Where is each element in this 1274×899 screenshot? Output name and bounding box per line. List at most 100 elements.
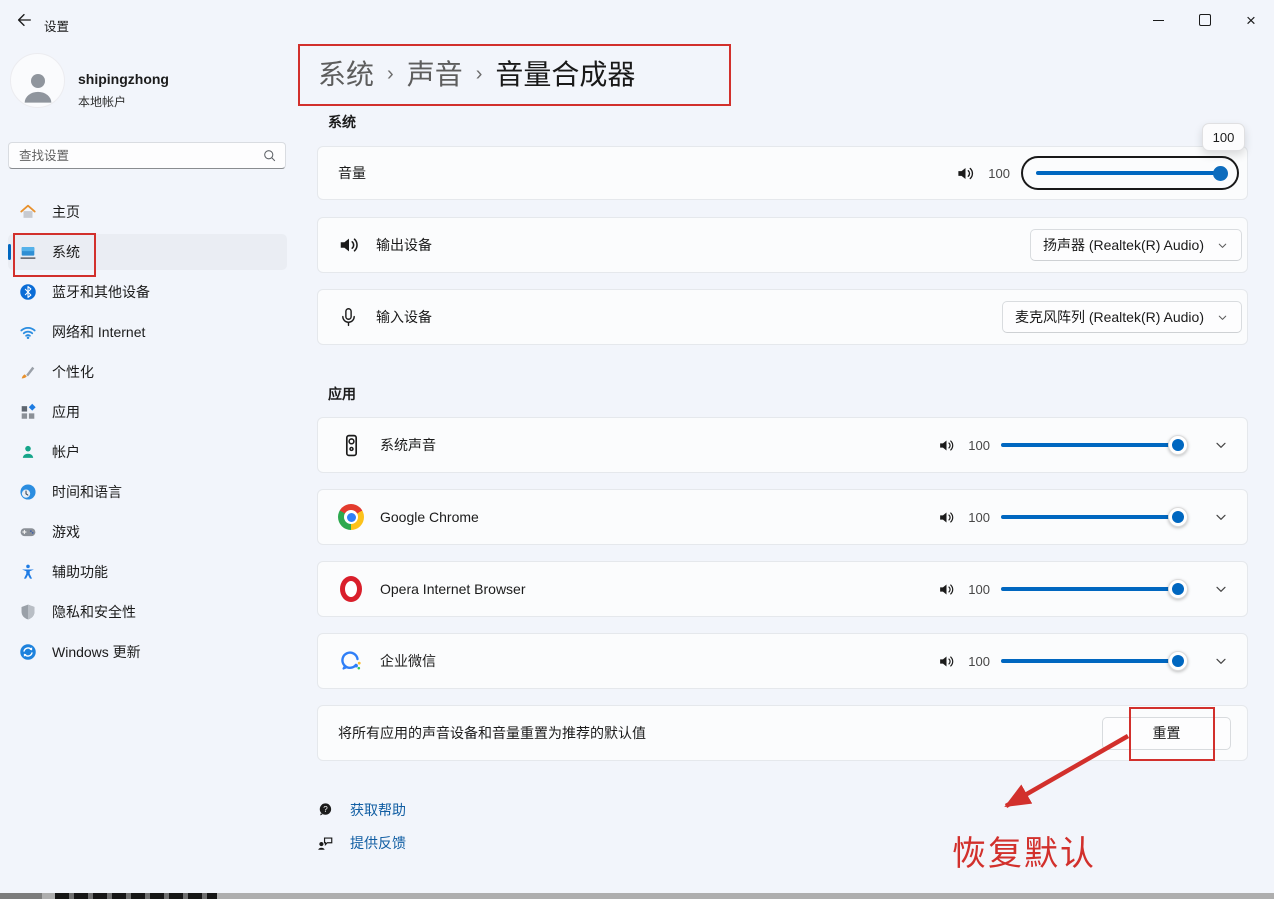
app-volume-value: 100 xyxy=(966,510,990,525)
system-icon xyxy=(19,243,37,261)
profile-name: shipingzhong xyxy=(78,71,169,87)
expand-chevron-icon[interactable] xyxy=(1213,653,1229,669)
sidebar-item-label: 帐户 xyxy=(52,442,80,462)
sidebar-item-accounts[interactable]: 帐户 xyxy=(8,434,287,470)
slider-thumb[interactable] xyxy=(1168,435,1188,455)
settings-search[interactable] xyxy=(8,142,286,169)
apps-icon xyxy=(19,403,37,421)
app-volume-row-wecom: 企业微信 100 xyxy=(317,633,1248,689)
slider-track[interactable] xyxy=(1036,171,1224,175)
output-device-dropdown[interactable]: 扬声器 (Realtek(R) Audio) xyxy=(1030,229,1242,261)
back-arrow-icon xyxy=(15,11,33,29)
reset-button[interactable]: 重置 xyxy=(1102,717,1231,750)
slider-track[interactable] xyxy=(1001,443,1186,447)
expand-chevron-icon[interactable] xyxy=(1213,581,1229,597)
speaker-icon xyxy=(938,437,955,454)
network-icon xyxy=(19,323,37,341)
sidebar-item-apps[interactable]: 应用 xyxy=(8,394,287,430)
close-button[interactable]: × xyxy=(1228,0,1274,40)
app-volume-slider[interactable] xyxy=(1001,579,1186,599)
taskbar-fragment-dark xyxy=(0,893,42,899)
slider-track[interactable] xyxy=(1001,515,1186,519)
sidebar-item-privacy[interactable]: 隐私和安全性 xyxy=(8,594,287,630)
section-header-apps: 应用 xyxy=(328,384,356,404)
give-feedback-link[interactable]: 提供反馈 xyxy=(316,833,406,853)
sidebar-item-home[interactable]: 主页 xyxy=(8,194,287,230)
speaker-icon xyxy=(938,653,955,670)
app-volume-slider[interactable] xyxy=(1001,435,1186,455)
sidebar-item-label: 个性化 xyxy=(52,362,94,382)
sidebar-item-network[interactable]: 网络和 Internet xyxy=(8,314,287,350)
gaming-icon xyxy=(19,523,37,541)
reset-row: 将所有应用的声音设备和音量重置为推荐的默认值 重置 xyxy=(317,705,1248,761)
slider-value-tooltip: 100 xyxy=(1202,123,1245,151)
breadcrumb: 系统 › 声音 › 音量合成器 xyxy=(318,53,635,93)
expand-chevron-icon[interactable] xyxy=(1213,437,1229,453)
sidebar-item-label: 游戏 xyxy=(52,522,80,542)
app-name: Google Chrome xyxy=(380,509,479,525)
output-device-row: 输出设备 扬声器 (Realtek(R) Audio) xyxy=(317,217,1248,273)
minimize-button[interactable] xyxy=(1135,0,1181,40)
close-icon: × xyxy=(1246,12,1256,29)
app-volume-slider[interactable] xyxy=(1001,651,1186,671)
speaker-icon xyxy=(956,164,975,183)
avatar[interactable] xyxy=(10,53,65,108)
app-name: 企业微信 xyxy=(380,651,436,671)
app-name: Opera Internet Browser xyxy=(380,581,526,597)
sidebar-item-gaming[interactable]: 游戏 xyxy=(8,514,287,550)
wecom-icon xyxy=(338,648,364,674)
slider-thumb[interactable] xyxy=(1168,579,1188,599)
breadcrumb-system[interactable]: 系统 xyxy=(318,53,374,93)
taskbar-fragment-text xyxy=(55,893,217,899)
sidebar-item-accessibility[interactable]: 辅助功能 xyxy=(8,554,287,590)
get-help-label: 获取帮助 xyxy=(350,800,406,820)
slider-thumb[interactable] xyxy=(1168,507,1188,527)
output-device-value: 扬声器 (Realtek(R) Audio) xyxy=(1043,235,1204,255)
accessibility-icon xyxy=(19,563,37,581)
search-input[interactable] xyxy=(17,148,262,164)
sidebar-item-time-language[interactable]: 时间和语言 xyxy=(8,474,287,510)
back-button[interactable] xyxy=(8,6,40,34)
sidebar-item-windows-update[interactable]: Windows 更新 xyxy=(8,634,287,670)
reset-description: 将所有应用的声音设备和音量重置为推荐的默认值 xyxy=(338,723,646,743)
profile-account-type: 本地帐户 xyxy=(78,93,126,110)
personalization-icon xyxy=(19,363,37,381)
output-device-label: 输出设备 xyxy=(376,235,432,255)
sidebar-item-label: 隐私和安全性 xyxy=(52,602,136,622)
slider-track[interactable] xyxy=(1001,587,1186,591)
get-help-link[interactable]: 获取帮助 xyxy=(316,800,406,820)
app-volume-slider[interactable] xyxy=(1001,507,1186,527)
section-header-system: 系统 xyxy=(328,112,356,132)
system-sounds-icon xyxy=(338,432,364,458)
slider-thumb[interactable] xyxy=(1168,651,1188,671)
chrome-icon xyxy=(338,504,364,530)
volume-value: 100 xyxy=(986,166,1010,181)
app-volume-value: 100 xyxy=(966,438,990,453)
microphone-icon xyxy=(338,307,359,328)
time-language-icon xyxy=(19,483,37,501)
breadcrumb-sound[interactable]: 声音 xyxy=(407,53,463,93)
speaker-icon xyxy=(938,581,955,598)
sidebar-item-bluetooth[interactable]: 蓝牙和其他设备 xyxy=(8,274,287,310)
app-name: 系统声音 xyxy=(380,435,436,455)
expand-chevron-icon[interactable] xyxy=(1213,509,1229,525)
master-volume-slider[interactable] xyxy=(1036,163,1224,183)
feedback-icon xyxy=(316,834,334,852)
sidebar-item-label: 主页 xyxy=(52,202,80,222)
maximize-button[interactable] xyxy=(1182,0,1228,40)
give-feedback-label: 提供反馈 xyxy=(350,833,406,853)
app-volume-row-system-sounds: 系统声音 100 xyxy=(317,417,1248,473)
volume-row: 音量 100 xyxy=(317,146,1248,200)
input-device-label: 输入设备 xyxy=(376,307,432,327)
sidebar-item-system[interactable]: 系统 xyxy=(8,234,287,270)
sidebar-item-label: 辅助功能 xyxy=(52,562,108,582)
privacy-icon xyxy=(19,603,37,621)
help-icon xyxy=(316,801,334,819)
speaker-icon xyxy=(938,509,955,526)
input-device-dropdown[interactable]: 麦克风阵列 (Realtek(R) Audio) xyxy=(1002,301,1242,333)
accounts-icon xyxy=(19,443,37,461)
window-title: 设置 xyxy=(44,16,69,35)
sidebar-item-personalization[interactable]: 个性化 xyxy=(8,354,287,390)
slider-track[interactable] xyxy=(1001,659,1186,663)
slider-thumb[interactable] xyxy=(1213,166,1228,181)
